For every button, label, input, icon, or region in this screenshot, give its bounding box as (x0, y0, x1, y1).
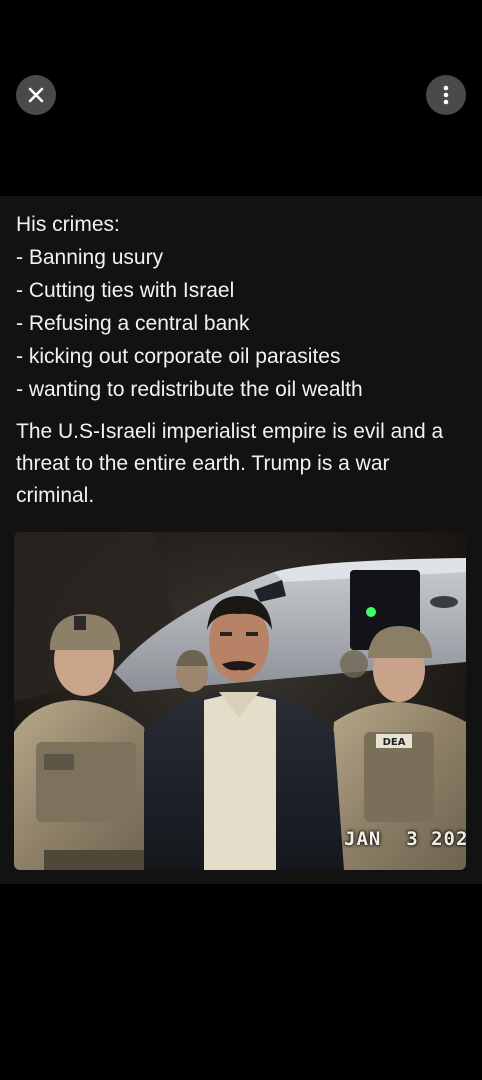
photo-scene: DEA (14, 532, 466, 870)
photo-timestamp: JAN 3 202 (344, 828, 466, 850)
viewer-top-bar (0, 0, 482, 196)
soldier-background (176, 650, 208, 692)
crimes-list: - Banning usury - Cutting ties with Isra… (16, 241, 466, 406)
crime-item: - wanting to redistribute the oil wealth (16, 378, 363, 401)
crime-item: - Cutting ties with Israel (16, 279, 235, 302)
close-button[interactable] (16, 75, 56, 115)
crimes-heading: His crimes: (16, 213, 120, 236)
crime-item: - Refusing a central bank (16, 312, 250, 335)
crime-item: - Banning usury (16, 246, 164, 269)
post-image[interactable]: His crimes: - Banning usury - Cutting ti… (0, 196, 482, 884)
post-text: His crimes: - Banning usury - Cutting ti… (16, 208, 466, 512)
more-options-button[interactable] (426, 75, 466, 115)
more-vertical-icon (443, 85, 449, 105)
close-icon (28, 87, 44, 103)
viewer-bottom-area (0, 884, 482, 1080)
post-photo: DEA JAN 3 202 (14, 532, 466, 870)
crime-item: - kicking out corporate oil parasites (16, 345, 341, 368)
image-viewer: His crimes: - Banning usury - Cutting ti… (0, 0, 482, 1080)
post-paragraph: The U.S-Israeli imperialist empire is ev… (16, 420, 444, 507)
vest-patch: DEA (383, 737, 406, 748)
